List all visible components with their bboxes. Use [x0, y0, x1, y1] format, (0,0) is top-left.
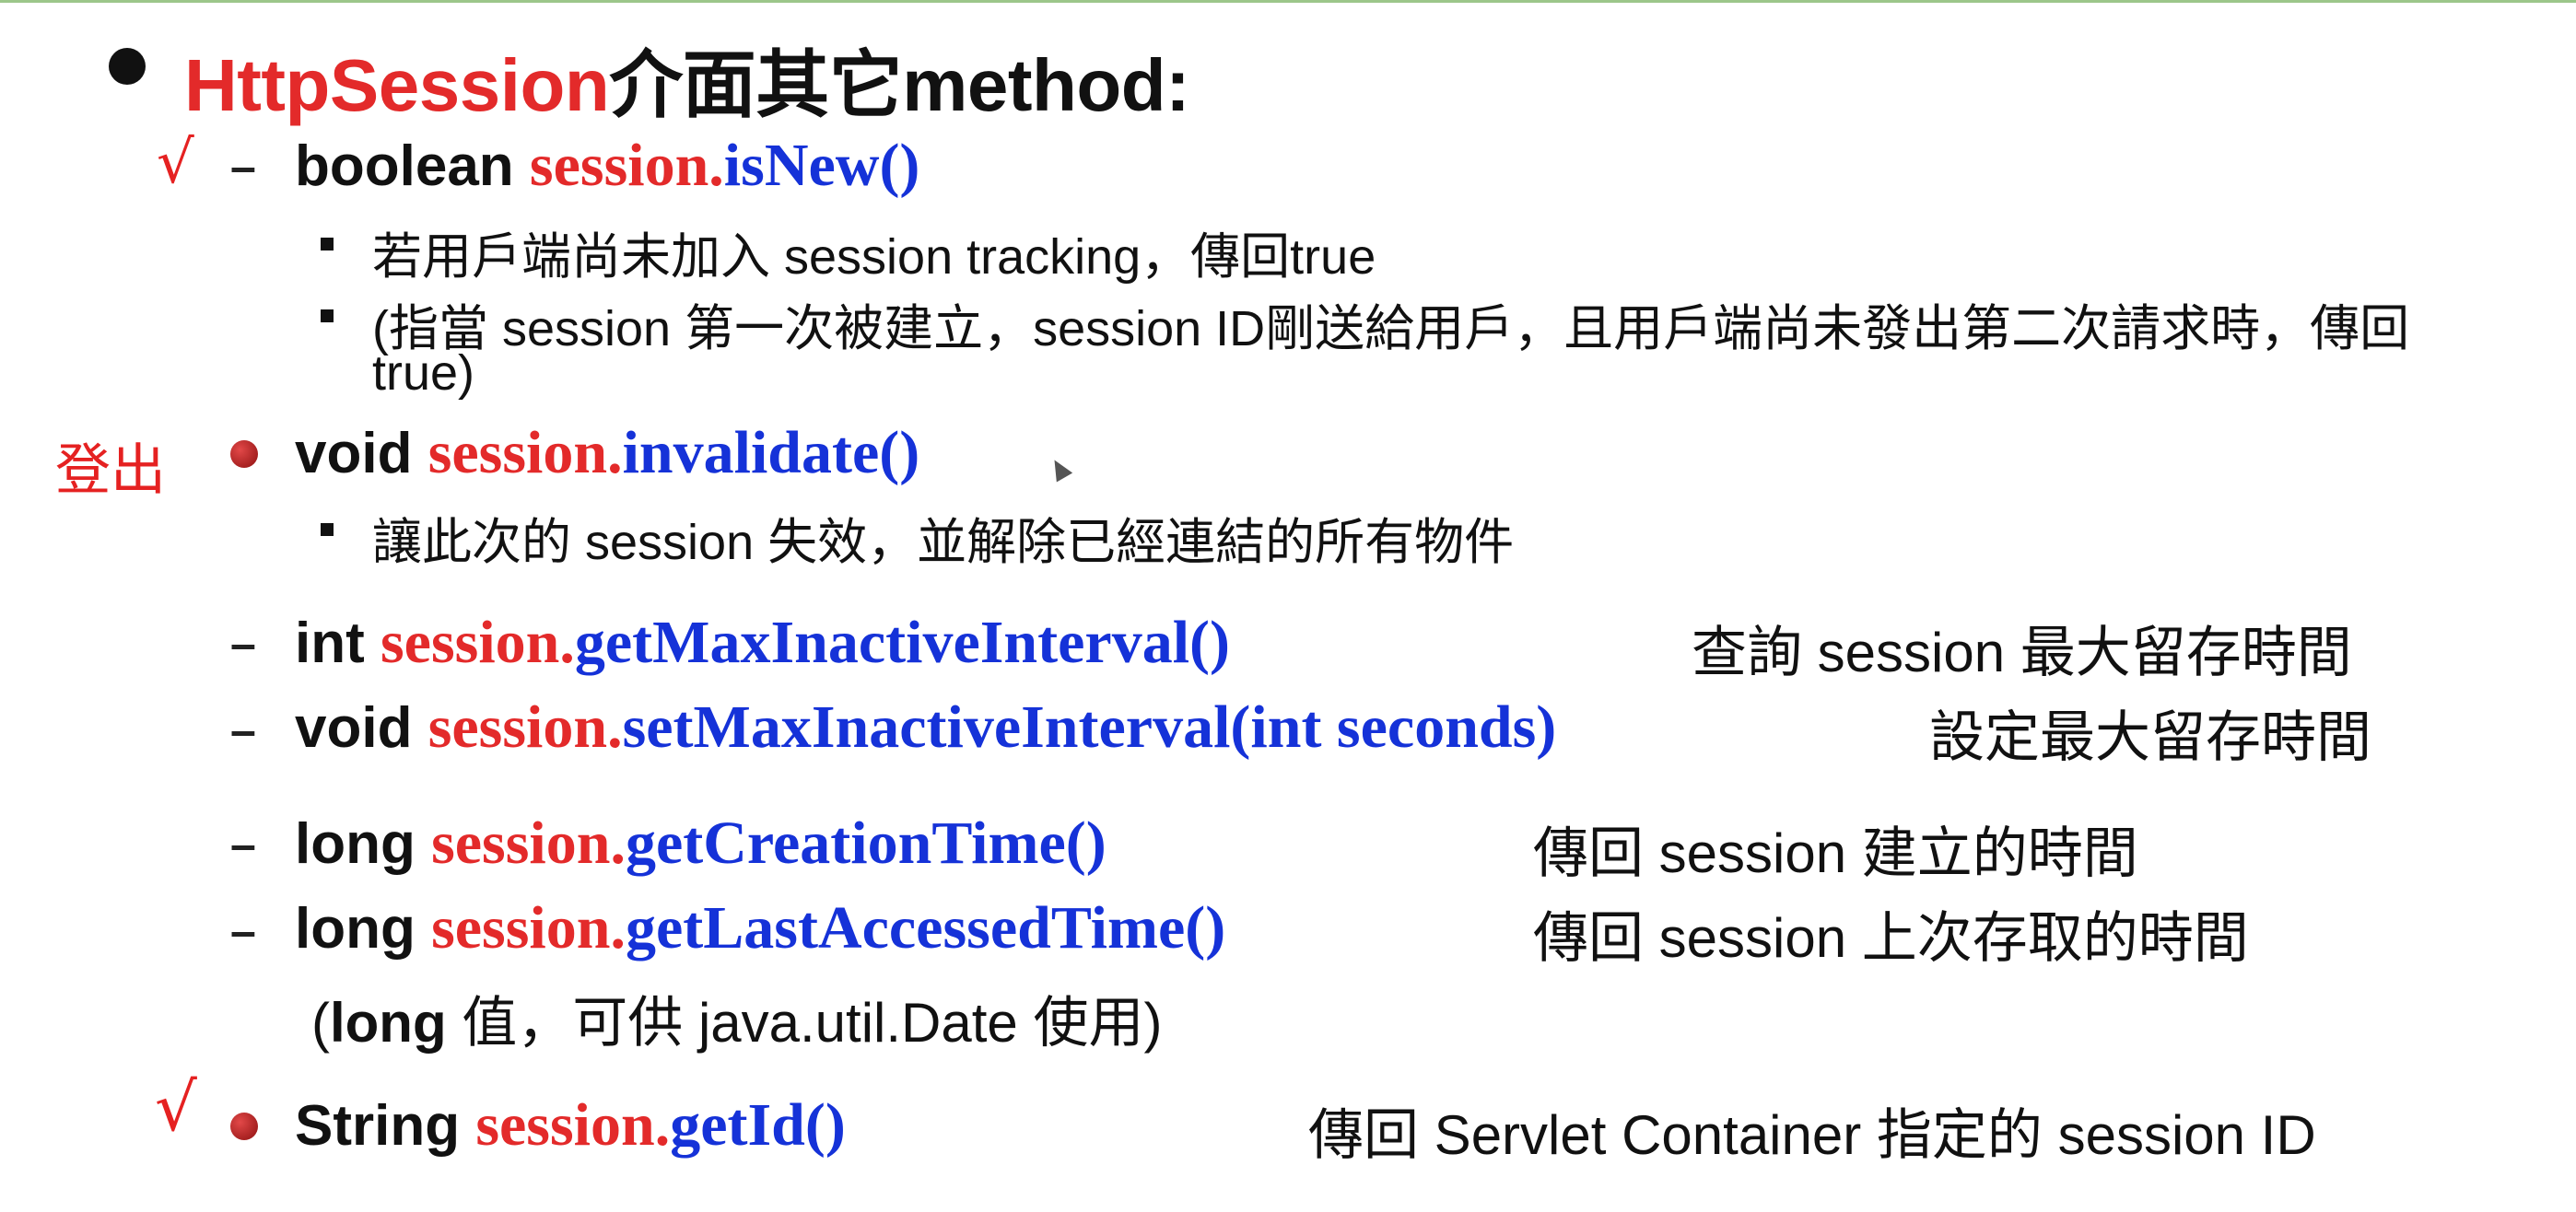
method-name: getId(): [670, 1091, 846, 1159]
title-bullet: [109, 48, 146, 85]
top-accent-line: [0, 0, 2576, 3]
method-setmaxinactiveinterval: void session.setMaxInactiveInterval(int …: [295, 693, 1556, 763]
square-bullet: [321, 523, 334, 536]
setmaxinactiveinterval-description: 設定最大留存時間: [1929, 706, 2371, 768]
object-name: session.: [529, 132, 724, 199]
method-name: isNew(): [723, 132, 920, 199]
page-title: HttpSession介面其它method:: [184, 26, 1190, 133]
mouse-cursor-icon: [1046, 455, 1073, 483]
return-type: boolean: [295, 134, 530, 198]
method-invalidate: void session.invalidate(): [295, 418, 919, 488]
title-class-name: HttpSession: [184, 44, 610, 126]
list-dash-marker: –: [230, 819, 256, 870]
list-dot-marker: [230, 1113, 258, 1140]
method-name: invalidate(): [622, 419, 920, 486]
list-dash-marker: –: [230, 618, 256, 670]
getlastaccessedtime-description: 傳回 session 上次存取的時間: [1533, 907, 2249, 969]
method-getcreationtime: long session.getCreationTime(): [295, 809, 1107, 879]
object-name: session.: [427, 419, 623, 486]
title-suffix: 介面其它method:: [609, 44, 1190, 126]
method-getlastaccessedtime: long session.getLastAccessedTime(): [295, 893, 1225, 963]
list-dash-marker: –: [230, 141, 256, 192]
isnew-description: 若用戶端尚未加入 session tracking，傳回true: [372, 229, 1376, 285]
getid-description: 傳回 Servlet Container 指定的 session ID: [1308, 1104, 2316, 1166]
getcreationtime-description: 傳回 session 建立的時間: [1533, 822, 2138, 884]
object-name: session.: [380, 609, 575, 676]
method-name: getMaxInactiveInterval(): [574, 609, 1230, 676]
note-text: 值，可供 java.util.Date 使用): [446, 992, 1163, 1054]
invalidate-description: 讓此次的 session 失效，並解除已經連結的所有物件: [372, 515, 1515, 570]
method-isnew: boolean session.isNew(): [295, 131, 919, 201]
return-type: long: [295, 812, 432, 876]
handwritten-logout-note: 登出: [55, 438, 166, 503]
return-type: long: [295, 897, 432, 961]
object-name: session.: [475, 1091, 671, 1159]
method-name: setMaxInactiveInterval(int seconds): [622, 693, 1557, 761]
list-dot-marker: [230, 440, 258, 468]
method-name: getCreationTime(): [625, 810, 1107, 877]
method-name: getLastAccessedTime(): [625, 894, 1226, 961]
return-type: int: [295, 612, 381, 675]
long-value-note: (long 值，可供 java.util.Date 使用): [311, 978, 1162, 1058]
return-type: String: [295, 1094, 476, 1158]
object-name: session.: [431, 810, 626, 877]
isnew-detail-line2: true): [372, 345, 475, 401]
object-name: session.: [427, 693, 623, 761]
note-open-paren: (: [311, 992, 330, 1054]
method-getid: String session.getId(): [295, 1090, 846, 1160]
handwritten-check-1: √: [157, 129, 194, 197]
square-bullet: [321, 238, 334, 251]
list-dash-marker: –: [230, 905, 256, 957]
square-bullet: [321, 309, 334, 322]
note-long-keyword: long: [329, 992, 447, 1054]
return-type: void: [295, 422, 428, 485]
getmaxinactiveinterval-description: 查詢 session 最大留存時間: [1692, 622, 2352, 683]
return-type: void: [295, 696, 428, 760]
object-name: session.: [431, 894, 626, 961]
handwritten-check-2: √: [155, 1068, 197, 1146]
method-getmaxinactiveinterval: int session.getMaxInactiveInterval(): [295, 608, 1230, 678]
isnew-detail-line1: (指當 session 第一次被建立，session ID剛送給用戶，且用戶端尚…: [372, 301, 2410, 356]
list-dash-marker: –: [230, 705, 256, 756]
